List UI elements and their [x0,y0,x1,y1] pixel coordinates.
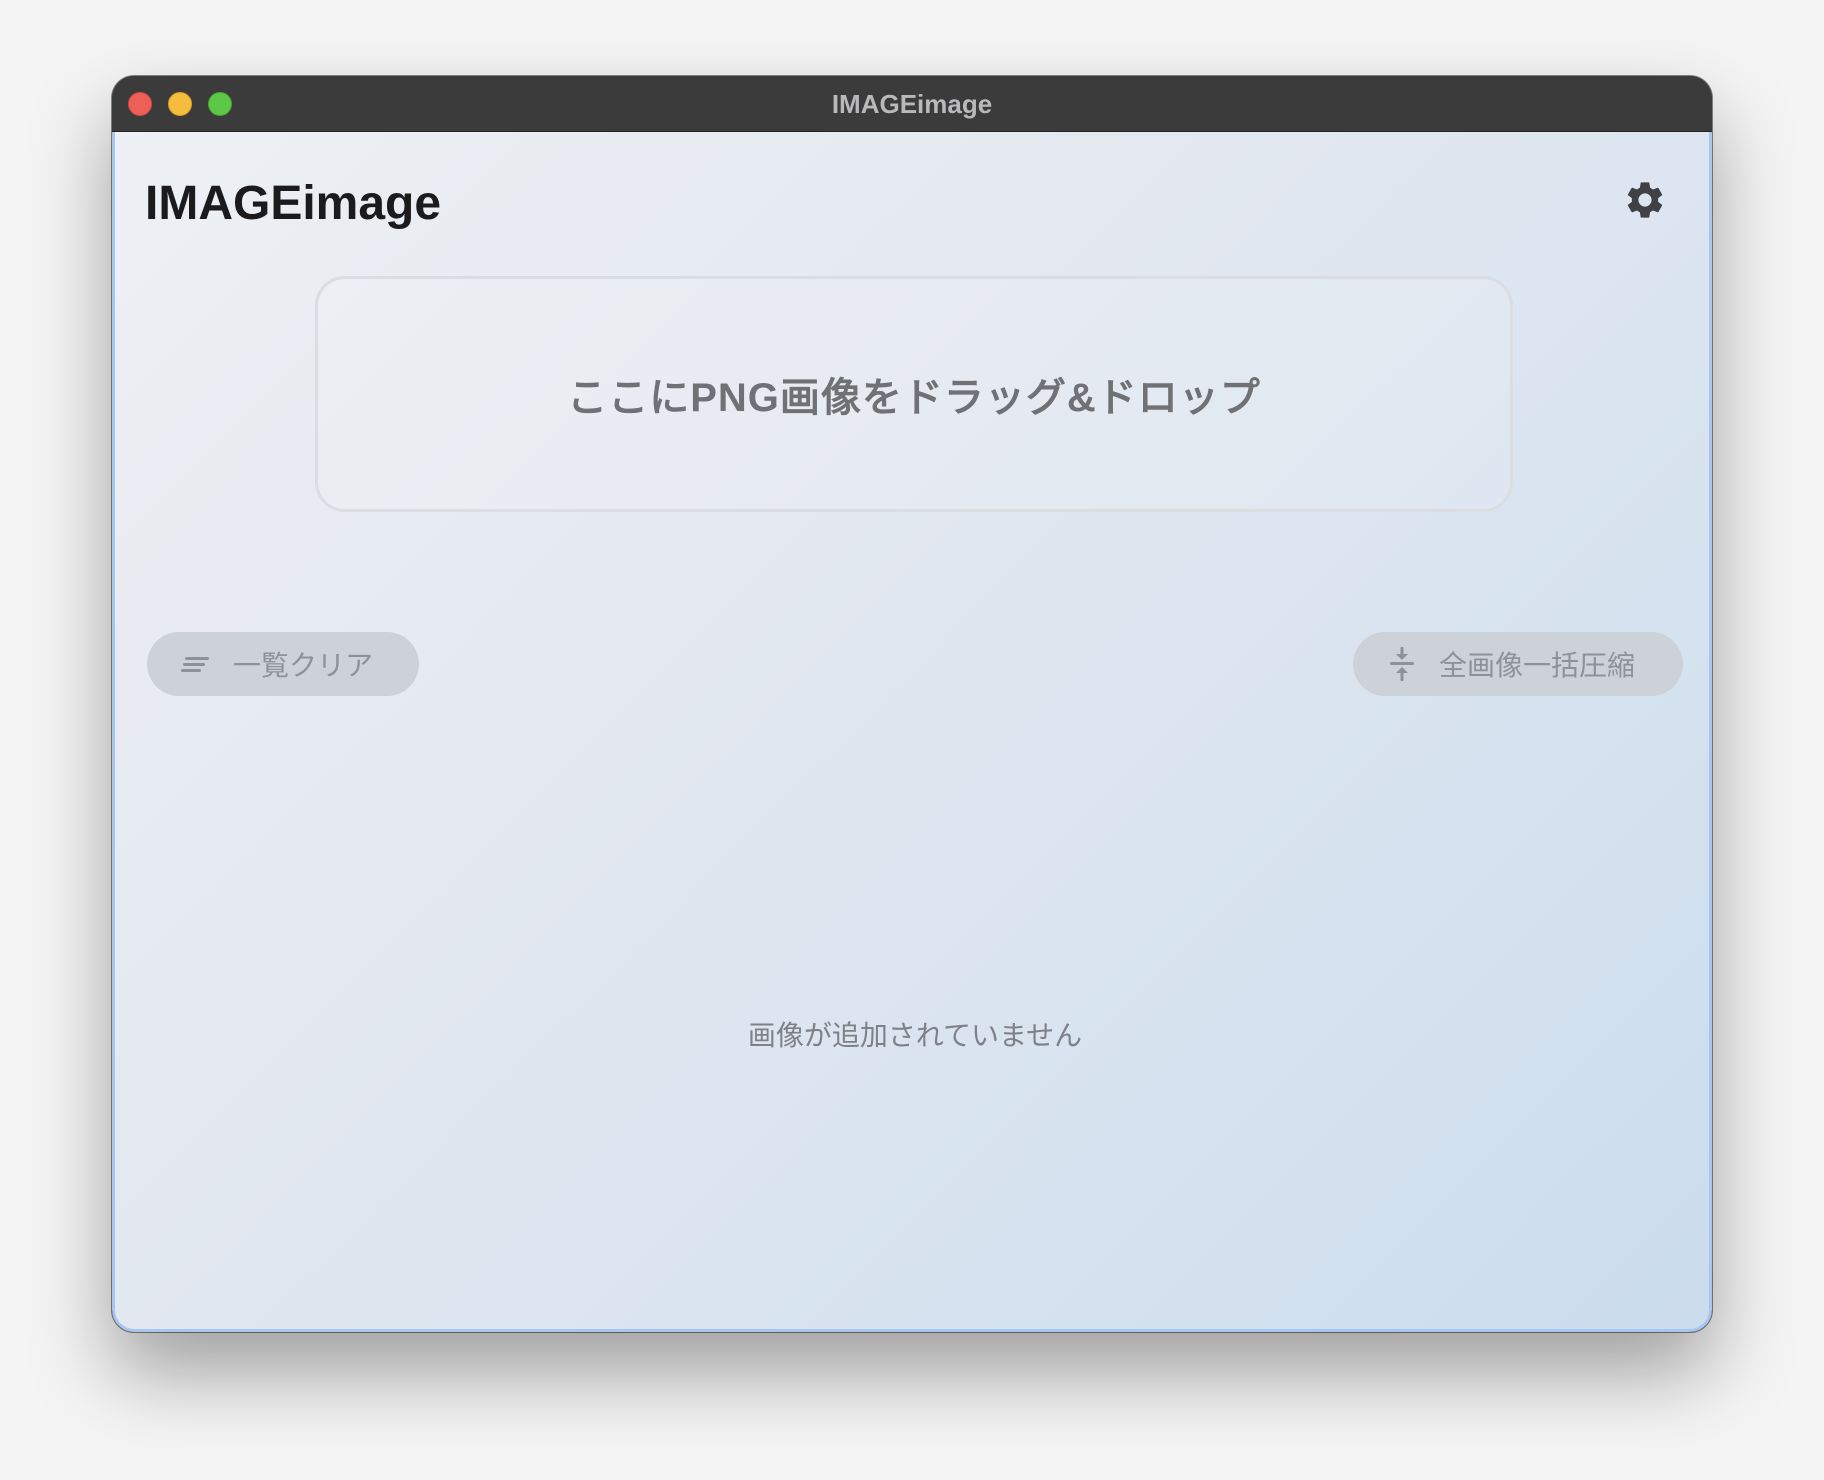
main-content: IMAGEimage ここにPNG画像をドラッグ&ドロップ 一覧クリア 全画像一… [112,132,1712,1332]
title-bar[interactable]: IMAGEimage [112,76,1712,132]
png-dropzone[interactable]: ここにPNG画像をドラッグ&ドロップ [315,276,1513,512]
page-title: IMAGEimage [145,177,442,230]
gear-icon [1623,178,1667,227]
empty-list-message: 画像が追加されていません [747,1020,1083,1051]
app-window: IMAGEimage IMAGEimage ここにPNG画像をドラッグ&ドロップ [112,76,1712,1332]
compress-all-label: 全画像一括圧縮 [1439,650,1636,681]
compress-all-button[interactable]: 全画像一括圧縮 [1353,632,1683,696]
settings-button[interactable] [1619,176,1671,228]
window-title: IMAGEimage [831,89,993,119]
clear-list-button[interactable]: 一覧クリア [147,632,419,696]
clear-list-label: 一覧クリア [233,650,374,681]
dropzone-label: ここにPNG画像をドラッグ&ドロップ [567,376,1261,420]
clear-list-icon [181,649,211,679]
compress-icon [1387,647,1417,681]
